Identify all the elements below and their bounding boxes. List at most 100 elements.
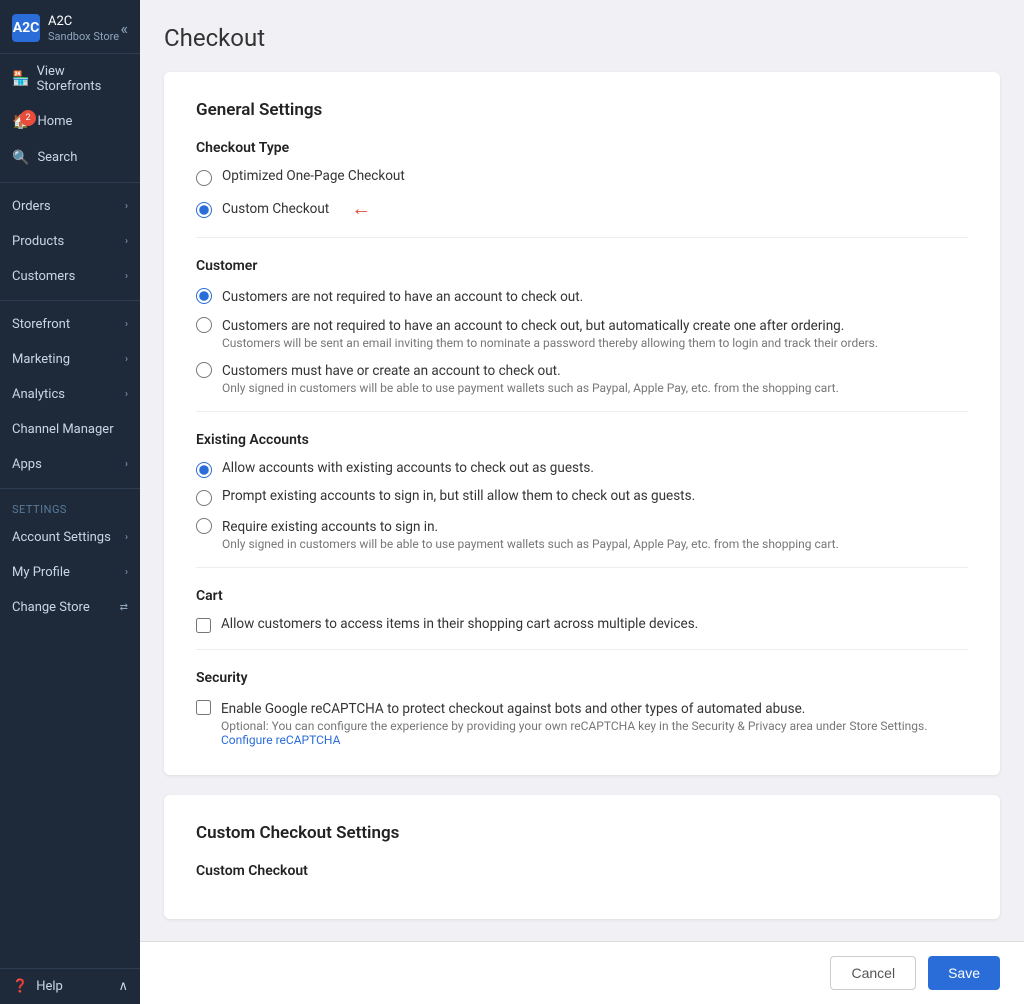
radio-custom-label: Custom Checkout: [222, 201, 329, 217]
chevron-right-icon: ›: [125, 319, 128, 330]
general-settings-heading: General Settings: [196, 100, 968, 120]
recaptcha-sublabel-text: Optional: You can configure the experien…: [221, 719, 927, 733]
radio-custom[interactable]: [196, 202, 212, 218]
chevron-right-icon: ›: [125, 532, 128, 543]
radio-item-auto-create: Customers are not required to have an ac…: [196, 315, 968, 350]
sidebar-item-label: Products: [12, 234, 64, 249]
security-heading: Security: [196, 670, 968, 686]
brand-name: A2C: [48, 14, 119, 30]
sidebar-item-analytics[interactable]: Analytics ›: [0, 377, 140, 412]
sidebar-item-search[interactable]: 🔍 Search: [0, 140, 140, 176]
sidebar-item-orders[interactable]: Orders ›: [0, 189, 140, 224]
radio-must-have-sublabel: Only signed in customers will be able to…: [222, 381, 839, 395]
sidebar-item-label: View Storefronts: [37, 64, 128, 94]
customer-heading: Customer: [196, 258, 968, 274]
radio-item-optimized: Optimized One-Page Checkout: [196, 168, 968, 186]
home-badge: 2: [20, 110, 36, 126]
existing-accounts-heading: Existing Accounts: [196, 432, 968, 448]
checkbox-item-cart: Allow customers to access items in their…: [196, 616, 968, 633]
checkout-type-group: Optimized One-Page Checkout Custom Check…: [196, 168, 968, 221]
page-title: Checkout: [164, 24, 1000, 52]
sidebar-header: A2C A2C Sandbox Store «: [0, 0, 140, 54]
sidebar-footer-help[interactable]: ❓ Help ∧: [0, 968, 140, 1004]
radio-allow-guest-label: Allow accounts with existing accounts to…: [222, 460, 594, 476]
help-label: Help: [36, 979, 63, 994]
main-content: Checkout General Settings Checkout Type …: [140, 0, 1024, 1004]
radio-must-have-label: Customers must have or create an account…: [222, 363, 561, 379]
sidebar-divider: [0, 182, 140, 183]
chevron-right-icon: ›: [125, 389, 128, 400]
configure-recaptcha-link[interactable]: Configure reCAPTCHA: [221, 733, 340, 747]
sidebar-item-marketing[interactable]: Marketing ›: [0, 342, 140, 377]
radio-require-signin-sublabel: Only signed in customers will be able to…: [222, 537, 839, 551]
chevron-right-icon: ›: [125, 201, 128, 212]
radio-prompt-signin-label: Prompt existing accounts to sign in, but…: [222, 488, 695, 504]
checkbox-cart-label: Allow customers to access items in their…: [221, 616, 698, 632]
sidebar-item-view-storefronts[interactable]: 🏪 View Storefronts: [0, 54, 140, 104]
sidebar-item-apps[interactable]: Apps ›: [0, 447, 140, 482]
checkbox-recaptcha[interactable]: [196, 700, 211, 715]
sidebar-nav: 🏪 View Storefronts 🏠 2 Home 🔍 Search Ord…: [0, 54, 140, 968]
radio-item-allow-guest: Allow accounts with existing accounts to…: [196, 460, 968, 478]
customer-group: Customers are not required to have an ac…: [196, 286, 968, 395]
sidebar-item-products[interactable]: Products ›: [0, 224, 140, 259]
cancel-button[interactable]: Cancel: [830, 956, 916, 990]
sidebar-item-label: Marketing: [12, 352, 70, 367]
sidebar-item-label: Analytics: [12, 387, 65, 402]
security-group: Enable Google reCAPTCHA to protect check…: [196, 698, 968, 747]
radio-require-signin[interactable]: [196, 518, 212, 534]
radio-item-require-signin: Require existing accounts to sign in. On…: [196, 516, 968, 551]
sidebar-divider-3: [0, 488, 140, 489]
radio-optimized-label: Optimized One-Page Checkout: [222, 168, 405, 184]
radio-prompt-signin[interactable]: [196, 490, 212, 506]
chevron-right-icon: ›: [125, 459, 128, 470]
search-icon: 🔍: [12, 150, 29, 166]
sidebar: A2C A2C Sandbox Store « 🏪 View Storefron…: [0, 0, 140, 1004]
chevron-right-icon: ›: [125, 236, 128, 247]
radio-not-required[interactable]: [196, 288, 212, 304]
logo-icon: A2C: [12, 14, 40, 42]
sidebar-item-storefront[interactable]: Storefront ›: [0, 307, 140, 342]
radio-item-custom: Custom Checkout ←: [196, 196, 968, 221]
sidebar-logo: A2C A2C Sandbox Store: [12, 14, 119, 43]
sidebar-item-account-settings[interactable]: Account Settings ›: [0, 520, 140, 555]
sidebar-collapse-button[interactable]: «: [120, 19, 128, 38]
existing-accounts-group: Allow accounts with existing accounts to…: [196, 460, 968, 551]
checkbox-item-recaptcha: Enable Google reCAPTCHA to protect check…: [196, 698, 968, 747]
cart-heading: Cart: [196, 588, 968, 604]
arrow-indicator: ←: [351, 196, 371, 221]
radio-auto-create-label: Customers are not required to have an ac…: [222, 318, 844, 334]
radio-allow-guest[interactable]: [196, 462, 212, 478]
sidebar-item-customers[interactable]: Customers ›: [0, 259, 140, 294]
radio-item-prompt-signin: Prompt existing accounts to sign in, but…: [196, 488, 968, 506]
storefronts-icon: 🏪: [12, 71, 29, 87]
sidebar-item-label: Change Store: [12, 600, 90, 615]
sidebar-item-label: Orders: [12, 199, 51, 214]
radio-optimized[interactable]: [196, 170, 212, 186]
checkbox-cart-multi-device[interactable]: [196, 618, 211, 633]
sidebar-item-my-profile[interactable]: My Profile ›: [0, 555, 140, 590]
sidebar-item-home[interactable]: 🏠 2 Home: [0, 104, 140, 140]
divider-4: [196, 649, 968, 650]
radio-item-must-have: Customers must have or create an account…: [196, 360, 968, 395]
save-button[interactable]: Save: [928, 956, 1000, 990]
sidebar-brand: A2C Sandbox Store: [48, 14, 119, 43]
sidebar-item-label: Channel Manager: [12, 422, 114, 437]
custom-checkout-settings-card: Custom Checkout Settings Custom Checkout: [164, 795, 1000, 919]
sidebar-item-label: Storefront: [12, 317, 70, 332]
sidebar-item-label: Apps: [12, 457, 42, 472]
radio-item-not-required: Customers are not required to have an ac…: [196, 286, 968, 305]
sidebar-item-label: Home: [37, 114, 72, 129]
radio-auto-create[interactable]: [196, 317, 212, 333]
divider: [196, 237, 968, 238]
sidebar-item-label: Search: [37, 150, 77, 165]
chevron-right-icon: ›: [125, 271, 128, 282]
general-settings-card: General Settings Checkout Type Optimized…: [164, 72, 1000, 775]
sidebar-item-channel-manager[interactable]: Channel Manager: [0, 412, 140, 447]
checkbox-recaptcha-label: Enable Google reCAPTCHA to protect check…: [221, 701, 805, 717]
sidebar-item-label: Account Settings: [12, 530, 111, 545]
chevron-up-icon: ∧: [118, 979, 128, 994]
radio-must-have[interactable]: [196, 362, 212, 378]
chevron-right-icon: ›: [125, 567, 128, 578]
sidebar-item-change-store[interactable]: Change Store ⇄: [0, 590, 140, 625]
